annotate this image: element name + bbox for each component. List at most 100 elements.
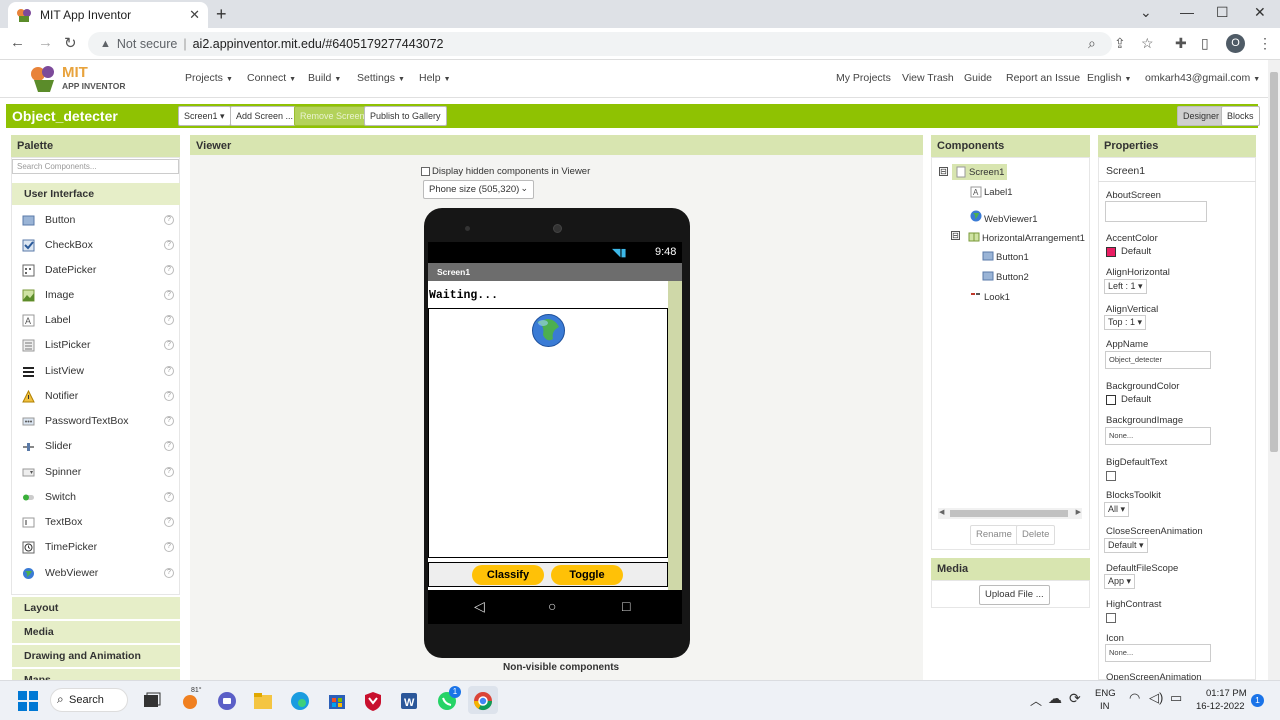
file-explorer-icon[interactable] <box>252 690 274 712</box>
category-maps[interactable]: Maps <box>12 669 180 680</box>
tab-search-chevron-icon[interactable]: ⌄ <box>1140 4 1152 21</box>
url-field[interactable]: ▲ Not secure | ai2.appinventor.mit.edu/#… <box>88 32 1112 56</box>
aboutscreen-textarea[interactable] <box>1105 201 1207 222</box>
extensions-icon[interactable]: ✚ <box>1175 35 1187 52</box>
side-panel-icon[interactable]: ▯ <box>1201 35 1209 52</box>
help-icon[interactable]: ? <box>164 391 174 401</box>
help-icon[interactable]: ? <box>164 467 174 477</box>
volume-icon[interactable]: ◁) <box>1149 690 1163 706</box>
browser-tab[interactable]: MIT App Inventor ✕ <box>8 2 208 28</box>
palette-item-datepicker[interactable]: DatePicker? <box>18 260 174 280</box>
edge-browser-icon[interactable] <box>289 690 311 712</box>
menu-settings[interactable]: Settings ▼ <box>357 72 405 84</box>
link-view-trash[interactable]: View Trash <box>902 72 954 84</box>
category-media[interactable]: Media <box>12 621 180 643</box>
palette-item-switch[interactable]: Switch? <box>18 487 174 507</box>
tree-button1[interactable]: Button1 <box>982 248 1029 263</box>
chrome-icon[interactable] <box>472 690 494 712</box>
language-eng[interactable]: ENG <box>1095 688 1116 699</box>
close-window-icon[interactable]: ✕ <box>1254 4 1266 21</box>
tray-chevron-up-icon[interactable]: ︿ <box>1030 692 1042 709</box>
palette-item-webviewer[interactable]: WebViewer? <box>18 563 174 583</box>
highcontrast-checkbox[interactable] <box>1106 613 1116 623</box>
clock-time[interactable]: 01:17 PM <box>1206 688 1247 699</box>
close-tab-icon[interactable]: ✕ <box>189 7 200 23</box>
palette-item-notifier[interactable]: Notifier? <box>18 386 174 406</box>
link-my-projects[interactable]: My Projects <box>836 72 891 84</box>
windows-start-icon[interactable] <box>17 690 39 712</box>
help-icon[interactable]: ? <box>164 215 174 225</box>
hidden-components-checkbox[interactable] <box>421 167 430 176</box>
new-tab-icon[interactable]: + <box>216 4 227 25</box>
battery-icon[interactable]: ▭ <box>1170 690 1182 706</box>
horizontal-arrangement1[interactable] <box>428 562 668 587</box>
delete-button[interactable]: Delete <box>1016 525 1056 545</box>
tree-webviewer1[interactable]: WebViewer1 <box>970 206 1038 225</box>
hidden-components-toggle[interactable]: Display hidden components in Viewer <box>421 166 590 177</box>
clock-date[interactable]: 16-12-2022 <box>1196 701 1245 712</box>
icon-picker[interactable]: None... <box>1105 644 1211 662</box>
language-in[interactable]: IN <box>1100 701 1110 712</box>
tree-button2[interactable]: Button2 <box>982 268 1029 283</box>
tree-screen1[interactable]: Screen1 <box>952 164 1008 180</box>
menu-connect[interactable]: Connect ▼ <box>247 72 296 84</box>
toggle-button[interactable]: Toggle <box>551 565 623 585</box>
category-user-interface[interactable]: User Interface <box>12 183 180 205</box>
help-icon[interactable]: ? <box>164 517 174 527</box>
bookmark-star-icon[interactable]: ☆ <box>1141 35 1154 52</box>
blocks-button[interactable]: Blocks <box>1221 106 1260 126</box>
word-icon[interactable]: W <box>398 690 420 712</box>
help-icon[interactable]: ? <box>164 542 174 552</box>
palette-item-button[interactable]: Button? <box>18 210 174 230</box>
collapse-arrangement-icon[interactable]: ⊟ <box>951 231 960 240</box>
palette-item-passwordtextbox[interactable]: PasswordTextBox? <box>18 411 174 431</box>
palette-item-image[interactable]: Image? <box>18 285 174 305</box>
alignhorizontal-select[interactable]: Left : 1 ▾ <box>1104 279 1147 294</box>
back-icon[interactable]: ← <box>10 34 25 51</box>
palette-item-slider[interactable]: Slider? <box>18 436 174 456</box>
designer-button[interactable]: Designer <box>1177 106 1226 126</box>
help-icon[interactable]: ? <box>164 240 174 250</box>
menu-projects[interactable]: Projects ▼ <box>185 72 233 84</box>
hscroll-thumb[interactable] <box>950 510 1068 517</box>
publish-gallery-button[interactable]: Publish to Gallery <box>364 106 447 126</box>
help-icon[interactable]: ? <box>164 441 174 451</box>
palette-item-textbox[interactable]: TextBox? <box>18 512 174 532</box>
help-icon[interactable]: ? <box>164 366 174 376</box>
blockstoolkit-select[interactable]: All ▾ <box>1104 502 1130 517</box>
palette-search-input[interactable]: Search Components... <box>12 159 179 174</box>
help-icon[interactable]: ? <box>164 315 174 325</box>
label1-component[interactable]: Waiting... <box>429 289 498 302</box>
taskbar-search[interactable]: ⌕ Search <box>50 688 128 712</box>
mit-app-inventor-logo[interactable]: MIT APP INVENTOR <box>28 62 128 94</box>
help-icon[interactable]: ? <box>164 416 174 426</box>
palette-item-spinner[interactable]: Spinner? <box>18 462 174 482</box>
category-layout[interactable]: Layout <box>12 597 180 619</box>
profile-avatar[interactable]: O <box>1226 34 1245 53</box>
defaultfilescope-select[interactable]: App ▾ <box>1104 574 1136 589</box>
classify-button[interactable]: Classify <box>472 565 544 585</box>
collapse-screen1-icon[interactable]: ⊟ <box>939 167 948 176</box>
palette-item-listpicker[interactable]: ListPicker? <box>18 335 174 355</box>
bigdefaulttext-checkbox[interactable] <box>1106 471 1116 481</box>
accent-color-value[interactable]: Default <box>1121 246 1151 257</box>
link-guide[interactable]: Guide <box>964 72 992 84</box>
tree-look1[interactable]: Look1 <box>970 288 1010 303</box>
reload-icon[interactable]: ↻ <box>64 34 77 52</box>
closescreenanimation-select[interactable]: Default ▾ <box>1104 538 1148 553</box>
tree-horizontal-arrangement1[interactable]: HorizontalArrangement1 <box>968 229 1085 244</box>
page-scrollbar[interactable] <box>1268 60 1280 680</box>
alignvertical-select[interactable]: Top : 1 ▾ <box>1104 315 1147 330</box>
add-screen-button[interactable]: Add Screen ... <box>230 106 300 126</box>
upload-file-button[interactable]: Upload File ... <box>979 585 1050 605</box>
appname-input[interactable]: Object_detecter <box>1105 351 1211 369</box>
components-hscrollbar[interactable]: ◀ ▶ <box>938 508 1082 519</box>
microsoft-store-icon[interactable] <box>326 690 348 712</box>
phone-size-select[interactable]: Phone size (505,320) ⌄ <box>423 180 534 199</box>
forward-icon[interactable]: → <box>38 34 53 51</box>
menu-help[interactable]: Help ▼ <box>419 72 451 84</box>
help-icon[interactable]: ? <box>164 340 174 350</box>
palette-item-listview[interactable]: ListView? <box>18 361 174 381</box>
notification-badge[interactable]: 1 <box>1251 694 1264 707</box>
palette-item-timepicker[interactable]: TimePicker? <box>18 537 174 557</box>
